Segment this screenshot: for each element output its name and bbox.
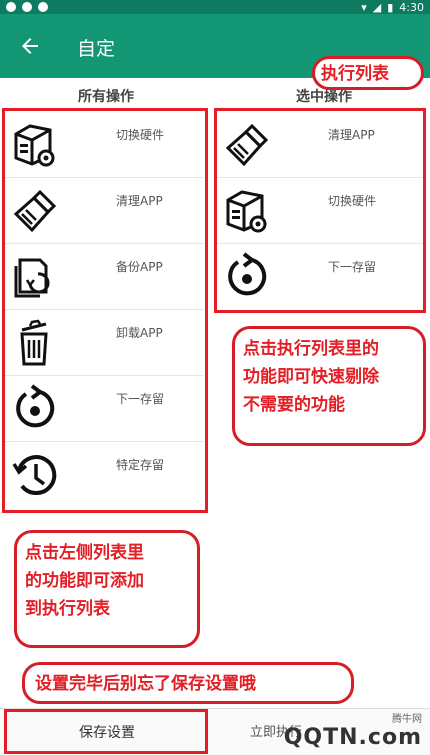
watermark-logo: QQTN.com <box>283 725 422 750</box>
status-bar: ▾ ◢ ▮ 4:30 <box>0 0 430 14</box>
save-callout: 设置完毕后别忘了保存设置哦 <box>22 662 354 704</box>
exec-list-callout: 执行列表 <box>312 56 424 90</box>
back-arrow-icon[interactable] <box>18 34 42 58</box>
notification-icon <box>6 2 16 12</box>
right-list-callout: 点击执行列表里的 功能即可快速剔除 不需要的功能 <box>232 326 426 446</box>
all-actions-title: 所有操作 <box>78 89 134 105</box>
watermark-small: 腾牛网 <box>392 714 422 725</box>
battery-icon: ▮ <box>387 0 394 14</box>
left-list-highlight <box>2 108 208 513</box>
wifi-icon: ▾ <box>361 0 367 14</box>
left-list-callout: 点击左侧列表里 的功能即可添加 到执行列表 <box>14 530 200 648</box>
page-title: 自定 <box>77 38 116 60</box>
image-icon <box>38 2 48 12</box>
status-time: 4:30 <box>399 0 424 14</box>
save-button-highlight <box>4 709 208 754</box>
watermark: 腾牛网 QQTN.com <box>284 710 422 750</box>
skype-icon <box>22 2 32 12</box>
signal-icon: ◢ <box>372 0 382 14</box>
right-list-highlight <box>214 108 426 313</box>
